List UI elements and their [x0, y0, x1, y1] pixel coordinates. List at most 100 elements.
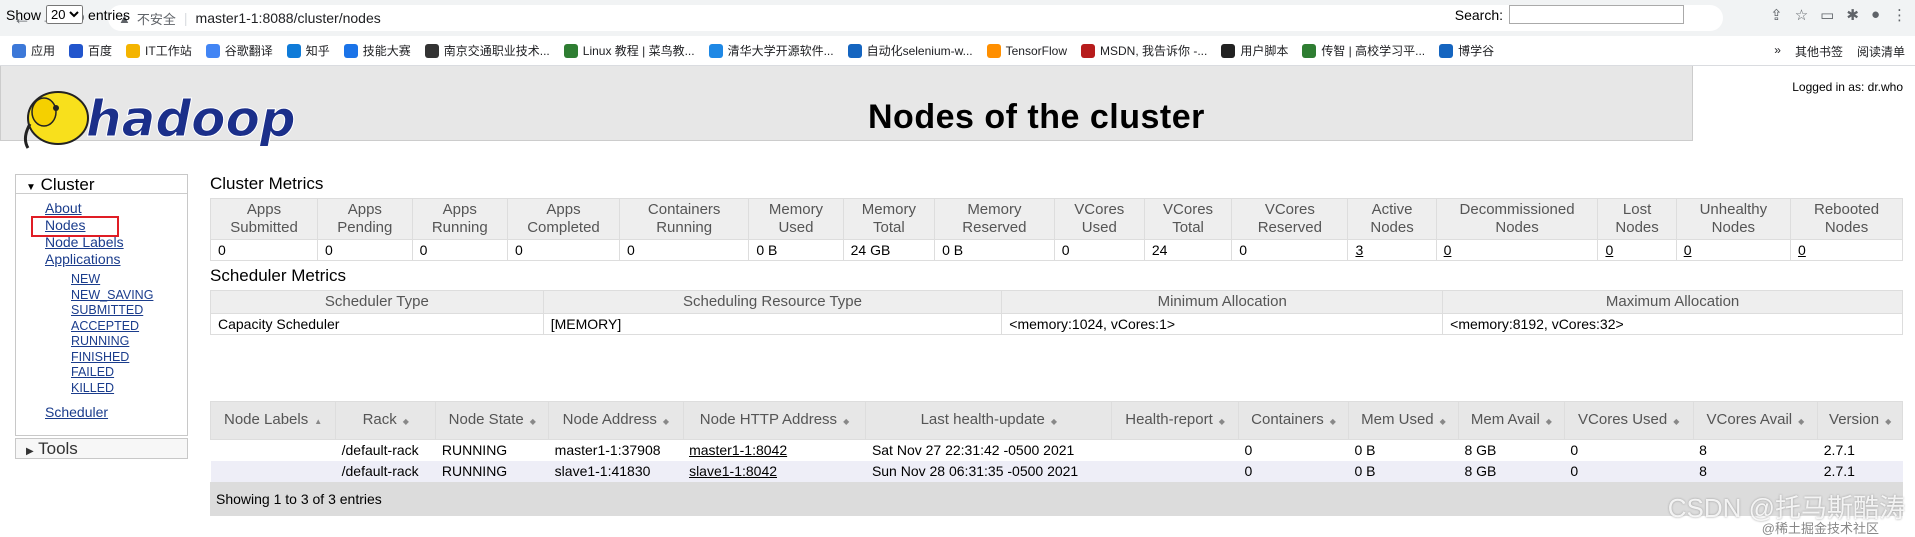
sidebar-app-state-new-saving[interactable]: NEW_SAVING — [16, 288, 187, 304]
column-header[interactable]: Node Labels ▲ — [209, 401, 337, 440]
bookmark-label: 博学谷 — [1458, 44, 1495, 58]
bookmark-label: 传智 | 高校学习平... — [1321, 44, 1426, 58]
column-header[interactable]: Mem Avail ◆ — [1457, 401, 1565, 440]
column-header-label: Mem Avail — [1470, 410, 1540, 428]
bookmark-icon — [847, 43, 862, 58]
bookmark-label: 清华大学开源软件... — [727, 44, 834, 58]
column-header[interactable]: Health-report ◆ — [1111, 401, 1240, 440]
column-header[interactable]: Node Address ◆ — [548, 401, 684, 440]
metric-header: Memory Reserved — [934, 198, 1055, 240]
column-header[interactable]: VCores Avail ◆ — [1692, 401, 1819, 440]
column-header[interactable]: Version ◆ — [1817, 401, 1903, 440]
sidebar-item-about[interactable]: About — [16, 200, 187, 217]
share-icon[interactable]: ⇪ — [1770, 6, 1783, 24]
bookmark-item[interactable]: 传智 | 高校学习平... — [1302, 42, 1425, 59]
sort-icon: ▲ — [314, 416, 323, 426]
column-header[interactable]: Rack ◆ — [335, 401, 437, 440]
bookmark-item[interactable]: 用户脚本 — [1221, 42, 1288, 59]
sidebar-tools-header[interactable]: ▶ Tools — [15, 438, 188, 459]
bookmark-item[interactable]: Linux 教程 | 菜鸟教... — [563, 42, 695, 59]
sidebar-app-state-failed[interactable]: FAILED — [16, 365, 187, 381]
table-cell: 0 — [1564, 461, 1694, 482]
sidebar-app-state-submitted[interactable]: SUBMITTED — [16, 303, 187, 319]
metric-header: Memory Total — [842, 198, 936, 240]
metric-link[interactable]: 3 — [1355, 242, 1363, 258]
metric-header: Decommissioned Nodes — [1435, 198, 1599, 240]
sort-icon: ◆ — [529, 416, 536, 426]
bookmark-item[interactable]: 清华大学开源软件... — [708, 42, 834, 59]
bookmark-label: 南京交通职业技术... — [443, 44, 550, 58]
node-http-link[interactable]: master1-1:8042 — [689, 442, 787, 458]
profile-icon[interactable]: ● — [1871, 6, 1880, 24]
menu-icon[interactable]: ⋮ — [1892, 6, 1907, 24]
metric-link[interactable]: 0 — [1605, 242, 1613, 258]
bookmark-item[interactable]: 百度 — [69, 42, 112, 59]
table-cell: 0 B — [1348, 439, 1459, 461]
bookmark-item[interactable]: 应用 — [12, 42, 55, 59]
highlight-box — [31, 216, 119, 237]
triangle-right-icon: ▶ — [26, 446, 34, 457]
scheduler-value: Capacity Scheduler — [210, 313, 544, 335]
table-cell — [1111, 461, 1239, 482]
entries-select[interactable]: 20 — [46, 5, 84, 24]
table-cell: /default-rack — [335, 439, 436, 461]
extensions-icon[interactable]: ✱ — [1846, 6, 1859, 24]
bookmark-item[interactable]: IT工作站 — [126, 42, 192, 59]
metric-link[interactable]: 0 — [1444, 242, 1452, 258]
bookmark-icon — [286, 43, 301, 58]
node-http-link[interactable]: slave1-1:8042 — [689, 463, 777, 479]
bookmark-label: MSDN, 我告诉你 -... — [1099, 44, 1208, 58]
bookmark-item[interactable]: 南京交通职业技术... — [424, 42, 550, 59]
bookmark-icon — [1221, 43, 1236, 58]
metric-link[interactable]: 0 — [1798, 242, 1806, 258]
bookmark-icon — [986, 43, 1001, 58]
bookmark-item[interactable]: 博学谷 — [1439, 42, 1494, 59]
bookmark-icon — [12, 43, 26, 58]
column-header[interactable]: VCores Used ◆ — [1563, 401, 1694, 440]
bookmark-folder[interactable]: 其他书签 — [1795, 43, 1843, 60]
column-header[interactable]: Containers ◆ — [1238, 401, 1349, 440]
bookmark-item[interactable]: 知乎 — [286, 42, 330, 59]
bookmark-icon — [126, 43, 141, 58]
column-header-label: Node HTTP Address — [699, 410, 838, 428]
cluster-metrics-table: Apps Submitted Apps Pending Apps Running Ap… — [209, 198, 1903, 261]
bookmark-folder[interactable]: 阅读清单 — [1857, 43, 1905, 60]
sidebar-item-scheduler[interactable]: Scheduler — [16, 404, 187, 421]
bookmark-item[interactable]: MSDN, 我告诉你 -... — [1080, 42, 1208, 59]
metric-header: Active Nodes — [1347, 198, 1437, 240]
scheduler-value: <memory:1024, vCores:1> — [1001, 313, 1444, 335]
metric-value: 0 — [619, 239, 750, 261]
sort-icon: ◆ — [402, 416, 409, 426]
sidebar-cluster-header[interactable]: ▼ Cluster — [16, 175, 187, 194]
bookmark-item[interactable]: 自动化selenium-w... — [847, 42, 973, 59]
sidebar-app-state-killed[interactable]: KILLED — [16, 381, 187, 397]
bookmark-item[interactable]: 谷歌翻译 — [205, 42, 273, 59]
bookmark-icon — [205, 43, 220, 58]
show-label: Show — [6, 6, 42, 23]
tab-search-icon[interactable]: ▭ — [1820, 6, 1834, 24]
table-cell: 8 GB — [1458, 461, 1565, 482]
sidebar-item-applications[interactable]: Applications — [16, 251, 187, 268]
metric-link[interactable]: 0 — [1684, 242, 1692, 258]
chevron-more-icon[interactable]: » — [1774, 43, 1781, 60]
column-header[interactable]: Mem Used ◆ — [1348, 401, 1459, 440]
sidebar-app-state-accepted[interactable]: ACCEPTED — [16, 319, 187, 335]
bookmark-label: 谷歌翻译 — [224, 44, 273, 58]
table-cell — [1111, 439, 1239, 461]
sidebar-app-state-finished[interactable]: FINISHED — [16, 350, 187, 366]
metric-value: 0 B — [934, 239, 1055, 261]
sidebar-app-state-new[interactable]: NEW — [16, 272, 187, 288]
column-header-label: Node Address — [562, 410, 657, 428]
toolbar-actions: ⇪ ☆ ▭ ✱ ● ⋮ — [1770, 6, 1907, 24]
bookmark-item[interactable]: 技能大赛 — [343, 42, 411, 59]
scheduler-header: Maximum Allocation — [1442, 290, 1903, 314]
search-input[interactable] — [1509, 5, 1684, 24]
bookmark-item[interactable]: TensorFlow — [986, 43, 1067, 58]
column-header[interactable]: Node HTTP Address ◆ — [682, 401, 867, 440]
column-header-label: Version — [1829, 410, 1880, 428]
sort-icon: ◆ — [1439, 416, 1446, 426]
column-header[interactable]: Last health-update ◆ — [865, 401, 1113, 440]
column-header[interactable]: Node State ◆ — [435, 401, 550, 440]
sidebar-app-state-running[interactable]: RUNNING — [16, 334, 187, 350]
star-icon[interactable]: ☆ — [1795, 6, 1808, 24]
